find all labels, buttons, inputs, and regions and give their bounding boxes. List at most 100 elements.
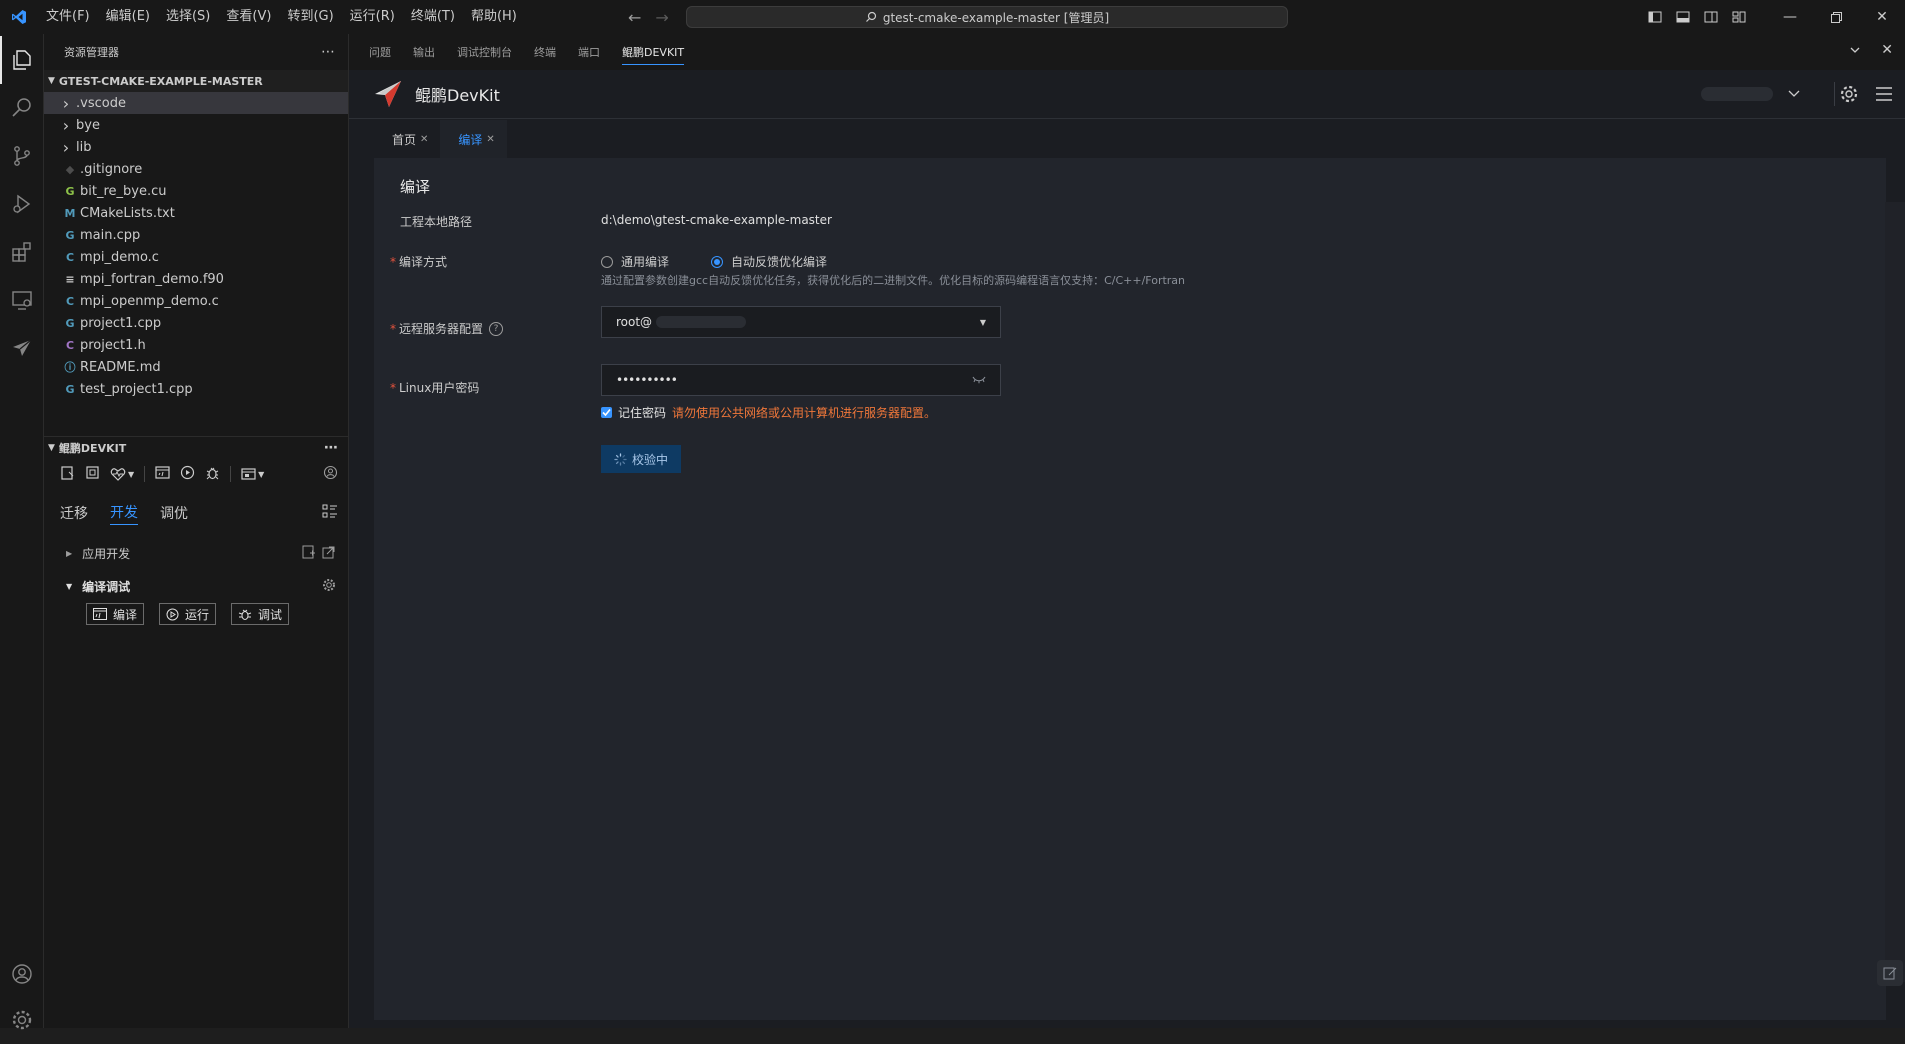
- maximize-panel-icon[interactable]: [1849, 44, 1861, 60]
- explorer-icon[interactable]: [0, 36, 44, 84]
- tree-folder[interactable]: › bye: [44, 114, 348, 136]
- compile-button[interactable]: 编译: [86, 603, 145, 625]
- toggle-secondary-sidebar-icon[interactable]: [1697, 10, 1725, 24]
- tree-file[interactable]: Gtest_project1.cpp: [44, 378, 348, 400]
- radio-generic-compile[interactable]: [601, 255, 613, 268]
- tree-item-label: mpi_fortran_demo.f90: [80, 271, 224, 287]
- tree-folder[interactable]: › lib: [44, 136, 348, 158]
- run-button[interactable]: 运行: [159, 603, 217, 625]
- remote-config-icon[interactable]: ▼: [241, 467, 264, 482]
- tab-compile[interactable]: 编译 ✕: [440, 120, 507, 158]
- source-control-icon[interactable]: [0, 132, 44, 180]
- eye-closed-icon[interactable]: [972, 373, 986, 387]
- tree-file[interactable]: ⓘ README.md: [44, 356, 348, 378]
- forward-arrow-icon[interactable]: →: [655, 8, 668, 27]
- radio-generic-compile-label: 通用编译: [621, 255, 670, 269]
- menu-file[interactable]: 文件(F): [38, 0, 98, 34]
- more-actions-icon[interactable]: ⋯: [321, 44, 336, 60]
- app-dev-label: 应用开发: [82, 546, 131, 561]
- close-window-icon[interactable]: ✕: [1859, 9, 1905, 25]
- feedback-icon[interactable]: [1877, 960, 1903, 986]
- run-icon[interactable]: [180, 465, 195, 484]
- menu-selection[interactable]: 选择(S): [158, 0, 218, 34]
- command-center-search[interactable]: gtest-cmake-example-master [管理员]: [686, 6, 1288, 28]
- caret-down-icon: ▼: [66, 581, 73, 591]
- compile-icon[interactable]: [155, 465, 170, 484]
- tab-problems[interactable]: 问题: [369, 44, 391, 60]
- menu-terminal[interactable]: 终端(T): [403, 0, 463, 34]
- tree-folder[interactable]: › .vscode: [44, 92, 348, 114]
- import-app-icon[interactable]: [322, 545, 336, 562]
- user-icon[interactable]: [323, 465, 338, 484]
- menu-run[interactable]: 运行(R): [342, 0, 403, 34]
- radio-auto-feedback-compile[interactable]: [711, 255, 724, 268]
- tree-file[interactable]: ◆ .gitignore: [44, 158, 348, 180]
- tab-kunpeng-devkit[interactable]: 鲲鹏DEVKIT: [622, 44, 685, 65]
- extensions-icon[interactable]: [0, 228, 44, 276]
- devkit-section: ▼ 鲲鹏DEVKIT ⋯ ▼ ▼ 迁移 开发 调优 ▶ 应用开发 ▼ 编译调试 …: [44, 437, 348, 625]
- folder-section-header[interactable]: ▼ GTEST-CMAKE-EXAMPLE-MASTER: [44, 70, 348, 92]
- remember-checkbox[interactable]: [601, 407, 612, 418]
- tree-file[interactable]: Cmpi_demo.c: [44, 246, 348, 268]
- tree-file[interactable]: Gmain.cpp: [44, 224, 348, 246]
- customize-layout-icon[interactable]: [1725, 10, 1753, 24]
- compile-debug-row[interactable]: ▼ 编译调试: [44, 571, 348, 601]
- devkit-section-header[interactable]: ▼ 鲲鹏DEVKIT ⋯: [44, 437, 348, 459]
- password-input[interactable]: ••••••••••: [601, 364, 1001, 396]
- menu-help[interactable]: 帮助(H): [463, 0, 525, 34]
- more-actions-icon[interactable]: ⋯: [324, 440, 338, 456]
- toggle-panel-icon[interactable]: [1669, 10, 1697, 24]
- tree-file[interactable]: Cproject1.h: [44, 334, 348, 356]
- new-project-icon[interactable]: [60, 465, 75, 484]
- hamburger-menu-icon[interactable]: [1875, 85, 1893, 107]
- server-label: 远程服务器配置: [399, 322, 484, 336]
- tab-migration[interactable]: 迁移: [60, 503, 88, 523]
- tab-home[interactable]: 首页 ✕: [374, 120, 440, 158]
- tab-output[interactable]: 输出: [413, 44, 435, 60]
- accounts-icon[interactable]: [0, 950, 44, 998]
- cpp-file-icon: G: [65, 316, 75, 330]
- close-panel-icon[interactable]: ✕: [1881, 42, 1893, 58]
- tab-tuning[interactable]: 调优: [160, 503, 188, 523]
- import-icon[interactable]: [85, 465, 100, 484]
- health-check-icon[interactable]: ▼: [110, 467, 134, 481]
- restore-icon[interactable]: [1813, 11, 1859, 23]
- minimize-icon[interactable]: —: [1767, 9, 1813, 25]
- tree-file[interactable]: Gproject1.cpp: [44, 312, 348, 334]
- remote-explorer-icon[interactable]: [0, 276, 44, 324]
- settings-gear-icon[interactable]: [1839, 84, 1859, 108]
- new-app-icon[interactable]: [302, 545, 316, 562]
- kunpeng-devkit-icon[interactable]: [0, 324, 44, 372]
- user-dropdown[interactable]: [1701, 84, 1801, 104]
- manage-gear-icon[interactable]: [0, 996, 44, 1044]
- tree-file[interactable]: M CMakeLists.txt: [44, 202, 348, 224]
- menu-edit[interactable]: 编辑(E): [98, 0, 158, 34]
- tree-file[interactable]: Cmpi_openmp_demo.c: [44, 290, 348, 312]
- app-dev-row[interactable]: ▶ 应用开发: [44, 535, 348, 571]
- tab-terminal[interactable]: 终端: [534, 44, 556, 60]
- close-tab-icon[interactable]: ✕: [420, 134, 428, 145]
- c-file-icon: C: [65, 294, 75, 308]
- tab-development[interactable]: 开发: [110, 502, 138, 525]
- debug-button[interactable]: 调试: [231, 603, 290, 625]
- panel-tab-bar: 问题 输出 调试控制台 终端 端口 鲲鹏DEVKIT: [349, 34, 1905, 70]
- server-select[interactable]: root@ ▼: [601, 306, 1001, 338]
- tree-file[interactable]: ≡ mpi_fortran_demo.f90: [44, 268, 348, 290]
- run-debug-icon[interactable]: [0, 180, 44, 228]
- tree-file[interactable]: Gbit_re_bye.cu: [44, 180, 348, 202]
- activity-bar: [0, 34, 44, 1030]
- tree-item-label: project1.cpp: [80, 315, 162, 331]
- verify-button[interactable]: 校验中: [601, 445, 681, 473]
- search-view-icon[interactable]: [0, 84, 44, 132]
- tab-debug-console[interactable]: 调试控制台: [457, 44, 512, 60]
- list-view-icon[interactable]: [322, 503, 338, 523]
- toggle-primary-sidebar-icon[interactable]: [1641, 10, 1669, 24]
- back-arrow-icon[interactable]: ←: [628, 8, 641, 27]
- menu-go[interactable]: 转到(G): [279, 0, 341, 34]
- settings-gear-icon[interactable]: [322, 578, 336, 595]
- close-tab-icon[interactable]: ✕: [486, 134, 494, 145]
- help-icon[interactable]: ?: [489, 321, 504, 336]
- menu-view[interactable]: 查看(V): [218, 0, 279, 34]
- tab-ports[interactable]: 端口: [578, 44, 600, 60]
- debug-bug-icon[interactable]: [205, 465, 220, 484]
